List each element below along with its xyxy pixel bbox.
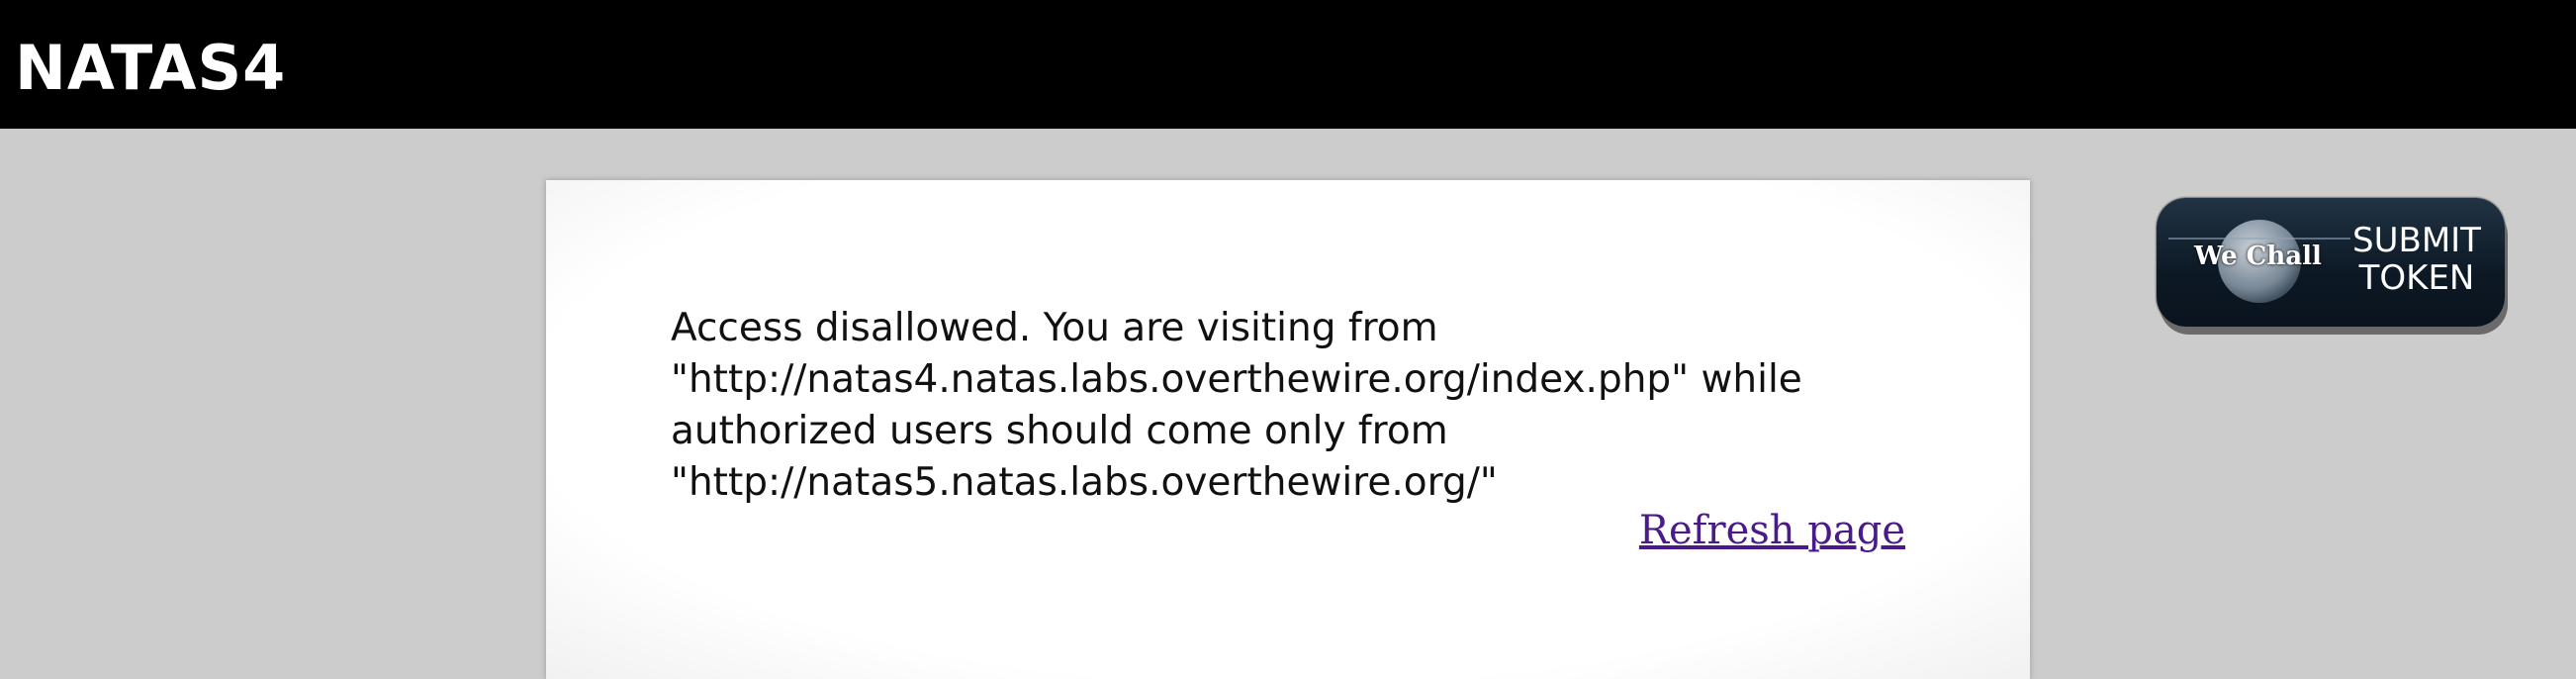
wechall-logo: We Chall [2194, 242, 2322, 271]
globe-divider [2168, 238, 2350, 240]
wechall-submit-token-button[interactable]: We Chall SUBMIT TOKEN [2157, 198, 2505, 327]
access-message: Access disallowed. You are visiting from… [671, 303, 1878, 509]
message-line-4: "http://natas5.natas.labs.overthewire.or… [671, 460, 1498, 505]
message-line-2: "http://natas4.natas.labs.overthewire.or… [671, 357, 1802, 402]
token-label: TOKEN [2358, 258, 2475, 298]
page-title: NATAS4 [15, 32, 287, 104]
submit-token-label: SUBMIT TOKEN [2343, 222, 2491, 297]
message-line-1: Access disallowed. You are visiting from [671, 306, 1438, 350]
refresh-page-link[interactable]: Refresh page [1639, 505, 1905, 556]
submit-label: SUBMIT [2352, 221, 2481, 260]
message-line-3: authorized users should come only from [671, 409, 1448, 453]
header-bar: NATAS4 [0, 0, 2576, 129]
content-box: Access disallowed. You are visiting from… [546, 180, 2030, 679]
